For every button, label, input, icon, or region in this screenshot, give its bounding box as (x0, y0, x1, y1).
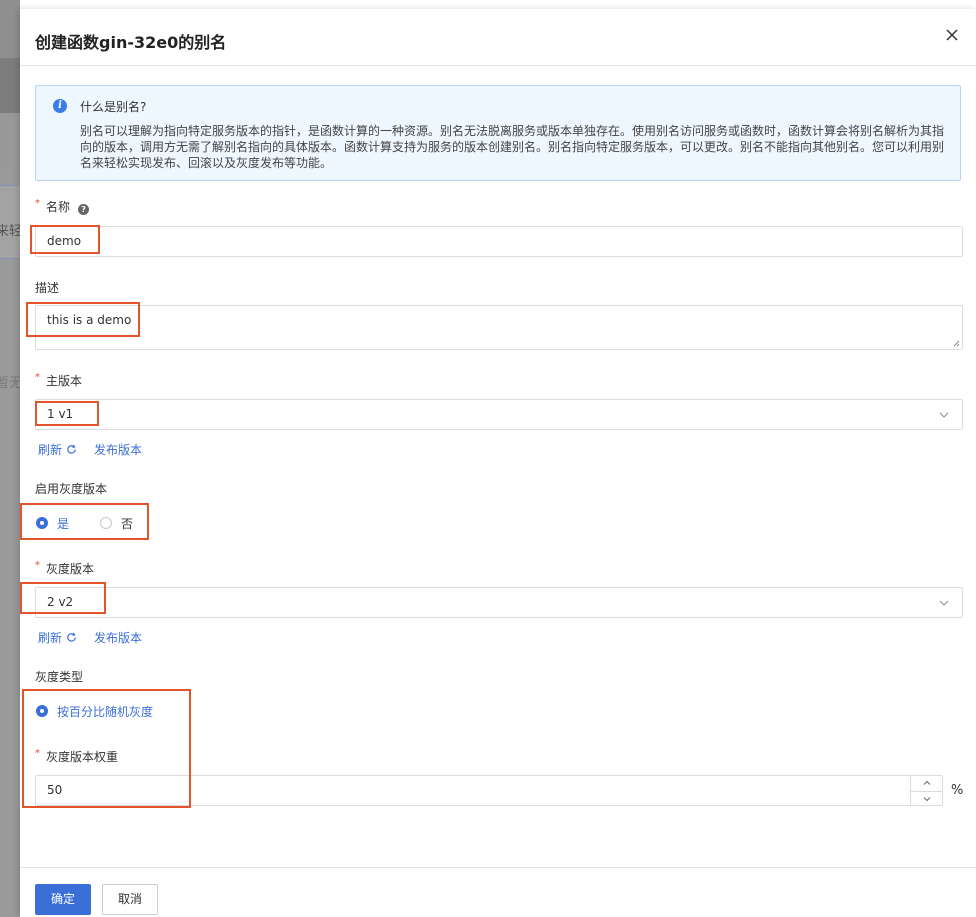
enable-gray-no-label[interactable]: 否 (121, 515, 133, 532)
create-alias-drawer: 创建函数gin-32e0的别名 i 什么是别名? 别名可以理解为指向特定服务版本… (20, 9, 976, 917)
footer-divider (20, 867, 976, 868)
required-mark: * (35, 560, 40, 571)
publish-version-link[interactable]: 发布版本 (94, 629, 142, 646)
publish-version-link[interactable]: 发布版本 (94, 441, 142, 458)
description-textarea[interactable]: this is a demo (35, 305, 963, 350)
refresh-icon (67, 444, 76, 454)
main-version-select[interactable]: 1 v1 (35, 399, 963, 430)
name-label-text: 名称 (46, 200, 71, 214)
name-input[interactable]: demo (35, 226, 963, 257)
gray-type-percent-label[interactable]: 按百分比随机灰度 (57, 703, 153, 720)
gray-weight-label: * 灰度版本权重 (35, 748, 118, 765)
refresh-label: 刷新 (38, 631, 63, 645)
background-page: 来轻 暂无 (0, 0, 20, 917)
main-version-label-text: 主版本 (46, 374, 83, 388)
main-version-label: * 主版本 (35, 372, 82, 389)
enable-gray-yes-radio[interactable] (36, 517, 48, 529)
description-label: 描述 (35, 281, 60, 295)
help-icon[interactable]: ? (78, 204, 90, 215)
drawer-title: 创建函数gin-32e0的别名 (35, 33, 227, 52)
close-icon[interactable] (944, 27, 960, 43)
gray-version-select[interactable]: 2 v2 (35, 587, 963, 618)
quantity-stepper (910, 776, 943, 805)
name-label: * 名称? (35, 198, 90, 215)
increment-button[interactable] (911, 776, 943, 790)
chevron-down-icon (923, 797, 931, 802)
background-text: 暂无 (0, 376, 20, 391)
drawer-header: 创建函数gin-32e0的别名 (20, 9, 976, 66)
background-text: 来轻 (0, 224, 20, 239)
gray-version-value: 2 v2 (47, 595, 74, 609)
chevron-down-icon (939, 412, 949, 418)
gray-version-label: * 灰度版本 (35, 560, 94, 577)
decrement-button[interactable] (911, 791, 943, 806)
resize-handle-icon[interactable] (953, 340, 960, 347)
enable-gray-no-radio[interactable] (100, 517, 112, 529)
required-mark: * (35, 198, 40, 209)
background-band (0, 58, 20, 113)
required-mark: * (35, 372, 40, 383)
gray-version-label-text: 灰度版本 (46, 562, 95, 576)
required-mark: * (35, 748, 40, 759)
gray-weight-value: 50 (47, 783, 63, 797)
percent-unit: % (951, 783, 964, 798)
info-body: 别名可以理解为指向特定服务版本的指针，是函数计算的一种资源。别名无法脱离服务或版… (80, 124, 945, 170)
info-alert: i 什么是别名? 别名可以理解为指向特定服务版本的指针，是函数计算的一种资源。别… (35, 85, 961, 181)
description-value: this is a demo (47, 313, 132, 327)
background-band (0, 0, 20, 58)
refresh-main-version-link[interactable]: 刷新 (38, 441, 77, 458)
background-band (0, 113, 20, 168)
enable-gray-yes-label[interactable]: 是 (57, 515, 69, 532)
refresh-gray-version-link[interactable]: 刷新 (38, 629, 77, 646)
chevron-down-icon (939, 600, 949, 606)
gray-type-percent-radio[interactable] (36, 705, 48, 717)
chevron-up-icon (923, 780, 931, 785)
cancel-button[interactable]: 取消 (102, 884, 158, 915)
enable-gray-label: 启用灰度版本 (35, 482, 108, 496)
refresh-label: 刷新 (38, 443, 63, 457)
gray-weight-input[interactable]: 50 (35, 775, 943, 806)
info-icon: i (53, 99, 67, 113)
gray-weight-label-text: 灰度版本权重 (46, 750, 119, 764)
gray-type-label: 灰度类型 (35, 670, 84, 684)
refresh-icon (67, 632, 76, 642)
main-version-value: 1 v1 (47, 407, 74, 421)
confirm-button[interactable]: 确定 (35, 884, 91, 915)
info-title: 什么是别名? (80, 100, 147, 114)
